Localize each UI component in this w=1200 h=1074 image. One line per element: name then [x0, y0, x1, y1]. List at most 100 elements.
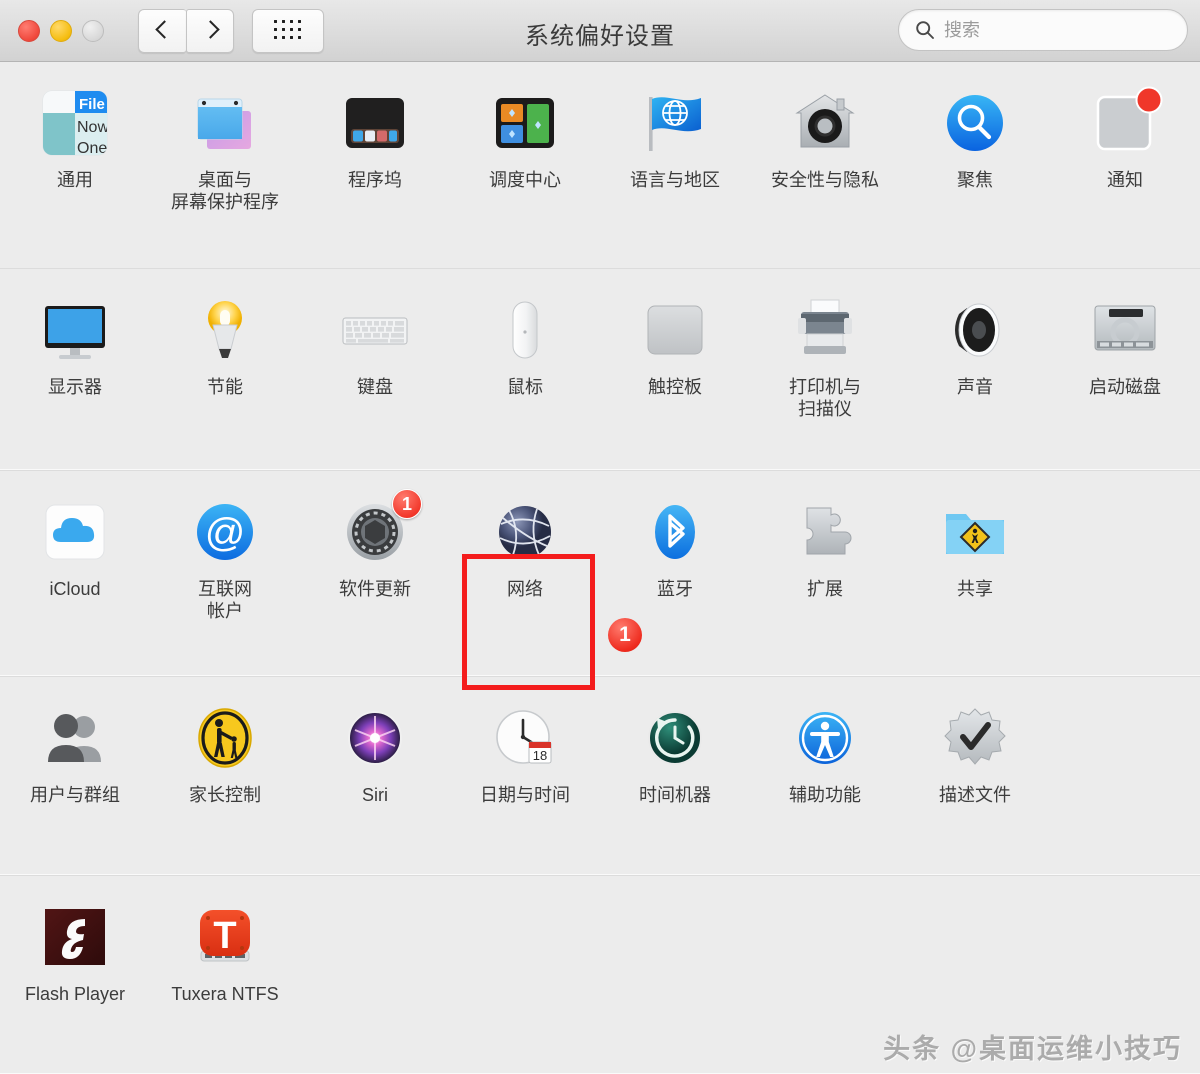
- pref-label: 程序坞: [348, 170, 402, 190]
- pref-language-region[interactable]: 语言与地区: [600, 62, 750, 192]
- show-all-button[interactable]: [252, 8, 324, 53]
- pref-flash-player[interactable]: Flash Player: [0, 876, 150, 1006]
- network-icon: [486, 493, 564, 571]
- pref-bluetooth[interactable]: 蓝牙: [600, 471, 750, 601]
- pref-security-privacy[interactable]: 安全性与隐私: [750, 62, 900, 192]
- row-internet: iCloud @ 互联网 帐户 1 软件更新 网络 蓝牙 扩展 共享: [0, 470, 1200, 676]
- keyboard-icon: [336, 291, 414, 369]
- forward-button[interactable]: [186, 8, 234, 53]
- pref-label: 键盘: [357, 377, 393, 397]
- pref-general[interactable]: File Now One 通用: [0, 62, 150, 192]
- row-hardware: 显示器 节能 键盘 鼠标 触控板 打印机与 扫描仪 声音 启动磁盘: [0, 268, 1200, 470]
- pref-date-time[interactable]: 18 日期与时间: [450, 677, 600, 807]
- watermark: 头条 @桌面运维小技巧: [883, 1034, 1182, 1064]
- pref-profiles[interactable]: 描述文件: [900, 677, 1050, 807]
- pref-sharing[interactable]: 共享: [900, 471, 1050, 601]
- preferences-grid: File Now One 通用 桌面与 屏幕保护程序 程序坞 调度中心 语言与地…: [0, 62, 1200, 1074]
- pref-siri[interactable]: Siri: [300, 677, 450, 807]
- language-region-icon: [636, 84, 714, 162]
- pref-label: 触控板: [648, 377, 702, 397]
- pref-desktop-screensaver[interactable]: 桌面与 屏幕保护程序: [150, 62, 300, 214]
- profiles-icon: [936, 699, 1014, 777]
- pref-label: 显示器: [48, 377, 102, 397]
- pref-label: 启动磁盘: [1089, 377, 1161, 397]
- desktop-screensaver-icon: [186, 84, 264, 162]
- flash-player-icon: [36, 898, 114, 976]
- close-button[interactable]: [18, 19, 40, 42]
- mission-control-icon: [486, 84, 564, 162]
- back-button[interactable]: [138, 8, 186, 53]
- dock-icon: [336, 84, 414, 162]
- search-input[interactable]: [944, 19, 1154, 41]
- pref-keyboard[interactable]: 键盘: [300, 269, 450, 399]
- pref-label: 辅助功能: [789, 785, 861, 805]
- pref-notifications[interactable]: 通知: [1050, 62, 1200, 192]
- step-marker-1: 1: [608, 618, 642, 652]
- pref-label: 安全性与隐私: [771, 170, 879, 190]
- printers-scanners-icon: [786, 291, 864, 369]
- pref-label-text: 桌面与 屏幕保护程序: [171, 170, 279, 212]
- pref-label: 描述文件: [939, 785, 1011, 805]
- update-badge: 1: [392, 489, 422, 519]
- pref-mission-control[interactable]: 调度中心: [450, 62, 600, 192]
- svg-text:T: T: [213, 915, 236, 957]
- svg-text:@: @: [205, 511, 246, 555]
- pref-label: 通用: [57, 170, 93, 190]
- pref-parental-controls[interactable]: 家长控制: [150, 677, 300, 807]
- grid-dots-icon: [273, 20, 303, 41]
- extensions-icon: [786, 493, 864, 571]
- pref-dock[interactable]: 程序坞: [300, 62, 450, 192]
- pref-network[interactable]: 网络: [450, 471, 600, 601]
- pref-accessibility[interactable]: 辅助功能: [750, 677, 900, 807]
- svg-text:File: File: [79, 96, 105, 113]
- date-time-icon: 18: [486, 699, 564, 777]
- pref-icloud[interactable]: iCloud: [0, 471, 150, 601]
- row-system: 用户与群组 家长控制 Siri 18 日期与时间 时间机器 辅助功能 描述文件: [0, 676, 1200, 875]
- pref-label: 鼠标: [507, 377, 543, 397]
- pref-label: 家长控制: [189, 785, 261, 805]
- trackpad-icon: [636, 291, 714, 369]
- pref-startup-disk[interactable]: 启动磁盘: [1050, 269, 1200, 399]
- pref-printers-scanners[interactable]: 打印机与 扫描仪: [750, 269, 900, 421]
- pref-label: 声音: [957, 377, 993, 397]
- pref-label: 网络: [507, 579, 543, 599]
- pref-trackpad[interactable]: 触控板: [600, 269, 750, 399]
- pref-label: Flash Player: [24, 984, 126, 1004]
- pref-label: 语言与地区: [630, 170, 720, 190]
- icloud-icon: [36, 493, 114, 571]
- pref-label: 聚焦: [957, 170, 993, 190]
- pref-label: 蓝牙: [657, 579, 693, 599]
- energy-saver-icon: [186, 291, 264, 369]
- startup-disk-icon: [1086, 291, 1164, 369]
- pref-time-machine[interactable]: 时间机器: [600, 677, 750, 807]
- minimize-button[interactable]: [50, 19, 72, 42]
- pref-users-groups[interactable]: 用户与群组: [0, 677, 150, 807]
- pref-sound[interactable]: 声音: [900, 269, 1050, 399]
- zoom-button: [82, 19, 104, 42]
- pref-label: 打印机与 扫描仪: [789, 377, 861, 421]
- search-icon: [916, 21, 934, 39]
- window-titlebar: 系统偏好设置: [0, 0, 1200, 62]
- svg-text:Now: Now: [77, 119, 109, 136]
- pref-label-text: 互联网 帐户: [198, 579, 252, 621]
- pref-internet-accounts[interactable]: @ 互联网 帐户: [150, 471, 300, 623]
- pref-label: 日期与时间: [480, 785, 570, 805]
- row-personal: File Now One 通用 桌面与 屏幕保护程序 程序坞 调度中心 语言与地…: [0, 62, 1200, 268]
- pref-spotlight[interactable]: 聚焦: [900, 62, 1050, 192]
- pref-label: 桌面与 屏幕保护程序: [171, 170, 279, 214]
- pref-mouse[interactable]: 鼠标: [450, 269, 600, 399]
- pref-extensions[interactable]: 扩展: [750, 471, 900, 601]
- pref-software-update[interactable]: 1 软件更新: [300, 471, 450, 601]
- bluetooth-icon: [636, 493, 714, 571]
- chevron-left-icon: [156, 20, 169, 42]
- pref-tuxera-ntfs[interactable]: T Tuxera NTFS: [150, 876, 300, 1006]
- pref-label: iCloud: [49, 579, 101, 599]
- pref-label: 互联网 帐户: [198, 579, 252, 623]
- notifications-icon: [1086, 84, 1164, 162]
- software-update-icon: 1: [336, 489, 422, 571]
- parental-controls-icon: [186, 699, 264, 777]
- pref-displays[interactable]: 显示器: [0, 269, 150, 399]
- internet-accounts-icon: @: [186, 493, 264, 571]
- pref-energy-saver[interactable]: 节能: [150, 269, 300, 399]
- search-field[interactable]: [898, 9, 1188, 51]
